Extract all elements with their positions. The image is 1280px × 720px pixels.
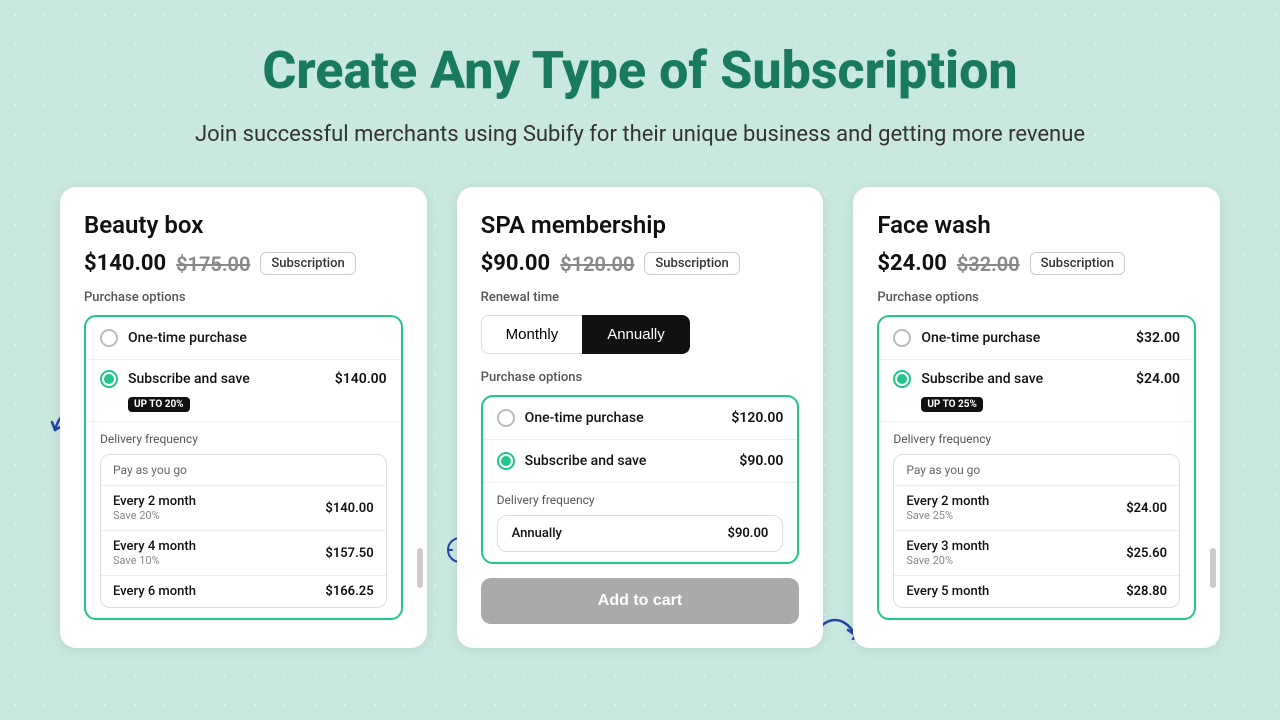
spa-toggle-annually[interactable]: Annually xyxy=(582,315,690,354)
beauty-box-freq-price-0: $140.00 xyxy=(325,501,373,516)
spa-subscribe-price: $90.00 xyxy=(739,453,783,469)
face-wash-option-onetime[interactable]: One-time purchase $32.00 xyxy=(879,317,1194,360)
face-wash-onetime-price: $32.00 xyxy=(1136,330,1180,346)
page-subtitle: Join successful merchants using Subify f… xyxy=(60,118,1220,151)
face-wash-freq-row-1[interactable]: Every 3 month Save 20% $25.60 xyxy=(894,531,1179,576)
beauty-box-radio-onetime[interactable] xyxy=(100,329,118,347)
face-wash-radio-onetime[interactable] xyxy=(893,329,911,347)
beauty-box-freq-name-1: Every 4 month xyxy=(113,539,196,554)
spa-renewal-label: Renewal time xyxy=(481,290,800,305)
page-title: Create Any Type of Subscription xyxy=(60,40,1220,102)
beauty-box-price-original: $175.00 xyxy=(176,252,250,276)
face-wash-freq-row-0[interactable]: Every 2 month Save 25% $24.00 xyxy=(894,486,1179,531)
page-header: Create Any Type of Subscription Join suc… xyxy=(60,40,1220,151)
beauty-box-delivery-label: Delivery frequency xyxy=(100,432,387,446)
face-wash-freq-name-0: Every 2 month xyxy=(906,494,989,509)
face-wash-subscription-badge: Subscription xyxy=(1030,252,1125,275)
beauty-box-card: Beauty box $140.00 $175.00 Subscription … xyxy=(60,187,427,648)
beauty-box-subscribe-price: $140.00 xyxy=(335,371,387,387)
beauty-box-delivery: Delivery frequency Pay as you go Every 2… xyxy=(86,422,401,618)
beauty-box-purchase-options: One-time purchase Subscribe and save $14… xyxy=(84,315,403,620)
face-wash-freq-save-1: Save 20% xyxy=(906,554,989,567)
spa-renewal-toggle: Monthly Annually xyxy=(481,315,800,354)
spa-price-original: $120.00 xyxy=(560,252,634,276)
beauty-box-option-onetime[interactable]: One-time purchase xyxy=(86,317,401,360)
face-wash-section-label: Purchase options xyxy=(877,290,1196,305)
spa-radio-subscribe[interactable] xyxy=(497,452,515,470)
beauty-box-freq-row-2[interactable]: Every 6 month $166.25 xyxy=(101,576,386,607)
beauty-box-section-label: Purchase options xyxy=(84,290,403,305)
spa-purchase-options: One-time purchase $120.00 Subscribe and … xyxy=(481,395,800,564)
spa-title: SPA membership xyxy=(481,211,800,239)
beauty-box-freq-name-0: Every 2 month xyxy=(113,494,196,509)
spa-onetime-label: One-time purchase xyxy=(525,410,644,426)
spa-radio-onetime[interactable] xyxy=(497,409,515,427)
spa-frequency-box: Annually $90.00 xyxy=(497,515,784,552)
face-wash-radio-subscribe[interactable] xyxy=(893,370,911,388)
beauty-box-subscription-badge: Subscription xyxy=(260,252,355,275)
face-wash-onetime-label: One-time purchase xyxy=(921,330,1040,346)
face-wash-freq-price-1: $25.60 xyxy=(1126,546,1167,561)
face-wash-title: Face wash xyxy=(877,211,1196,239)
beauty-box-onetime-label: One-time purchase xyxy=(128,330,247,346)
face-wash-scrollbar[interactable] xyxy=(1210,548,1216,588)
beauty-box-option-subscribe[interactable]: Subscribe and save $140.00 UP To 20% xyxy=(86,360,401,422)
face-wash-freq-header: Pay as you go xyxy=(894,455,1179,486)
spa-subscribe-label: Subscribe and save xyxy=(525,453,647,469)
spa-option-subscribe[interactable]: Subscribe and save $90.00 xyxy=(483,440,798,483)
face-wash-frequency-box: Pay as you go Every 2 month Save 25% $24… xyxy=(893,454,1180,608)
face-wash-freq-price-0: $24.00 xyxy=(1126,501,1167,516)
beauty-box-discount-badge: UP To 20% xyxy=(128,397,190,412)
face-wash-radio-inner xyxy=(897,374,907,384)
face-wash-price-row: $24.00 $32.00 Subscription xyxy=(877,251,1196,276)
beauty-box-scrollbar[interactable] xyxy=(417,548,423,588)
beauty-box-radio-inner xyxy=(104,374,114,384)
spa-annually-row[interactable]: Annually $90.00 xyxy=(498,516,783,551)
spa-annually-price: $90.00 xyxy=(728,526,769,541)
face-wash-subscribe-label: Subscribe and save xyxy=(921,371,1043,387)
beauty-box-freq-row-1[interactable]: Every 4 month Save 10% $157.50 xyxy=(101,531,386,576)
beauty-box-freq-price-1: $157.50 xyxy=(325,546,373,561)
beauty-box-price-row: $140.00 $175.00 Subscription xyxy=(84,251,403,276)
face-wash-freq-price-2: $28.80 xyxy=(1126,584,1167,599)
face-wash-delivery: Delivery frequency Pay as you go Every 2… xyxy=(879,422,1194,618)
face-wash-card: Face wash $24.00 $32.00 Subscription Pur… xyxy=(853,187,1220,648)
face-wash-freq-save-0: Save 25% xyxy=(906,509,989,522)
spa-onetime-price: $120.00 xyxy=(731,410,783,426)
face-wash-discount-badge: UP To 25% xyxy=(921,397,983,412)
face-wash-price-current: $24.00 xyxy=(877,251,947,276)
spa-subscription-badge: Subscription xyxy=(644,252,739,275)
beauty-box-freq-save-1: Save 10% xyxy=(113,554,196,567)
spa-membership-card: SPA membership $90.00 $120.00 Subscripti… xyxy=(457,187,824,648)
spa-price-row: $90.00 $120.00 Subscription xyxy=(481,251,800,276)
face-wash-delivery-label: Delivery frequency xyxy=(893,432,1180,446)
face-wash-purchase-options: One-time purchase $32.00 Subscribe and s… xyxy=(877,315,1196,620)
spa-toggle-monthly[interactable]: Monthly xyxy=(481,315,583,354)
cards-container: Beauty box $140.00 $175.00 Subscription … xyxy=(60,187,1220,648)
beauty-box-freq-save-0: Save 20% xyxy=(113,509,196,522)
spa-section-label: Purchase options xyxy=(481,370,800,385)
beauty-box-title: Beauty box xyxy=(84,211,403,239)
face-wash-freq-row-2[interactable]: Every 5 month $28.80 xyxy=(894,576,1179,607)
beauty-box-freq-header: Pay as you go xyxy=(101,455,386,486)
beauty-box-frequency-box: Pay as you go Every 2 month Save 20% $14… xyxy=(100,454,387,608)
spa-delivery-label: Delivery frequency xyxy=(497,493,784,507)
face-wash-subscribe-price: $24.00 xyxy=(1136,371,1180,387)
beauty-box-freq-row-0[interactable]: Every 2 month Save 20% $140.00 xyxy=(101,486,386,531)
face-wash-price-original: $32.00 xyxy=(957,252,1020,276)
beauty-box-freq-name-2: Every 6 month xyxy=(113,584,196,599)
spa-annually-label: Annually xyxy=(512,526,562,541)
spa-option-onetime[interactable]: One-time purchase $120.00 xyxy=(483,397,798,440)
spa-radio-inner xyxy=(501,456,511,466)
beauty-box-radio-subscribe[interactable] xyxy=(100,370,118,388)
spa-price-current: $90.00 xyxy=(481,251,551,276)
face-wash-freq-name-1: Every 3 month xyxy=(906,539,989,554)
face-wash-freq-name-2: Every 5 month xyxy=(906,584,989,599)
spa-delivery: Delivery frequency Annually $90.00 xyxy=(483,483,798,562)
beauty-box-freq-price-2: $166.25 xyxy=(325,584,373,599)
beauty-box-price-current: $140.00 xyxy=(84,251,166,276)
face-wash-option-subscribe[interactable]: Subscribe and save $24.00 UP To 25% xyxy=(879,360,1194,422)
beauty-box-subscribe-label: Subscribe and save xyxy=(128,371,250,387)
spa-add-to-cart-button[interactable]: Add to cart xyxy=(481,578,800,624)
